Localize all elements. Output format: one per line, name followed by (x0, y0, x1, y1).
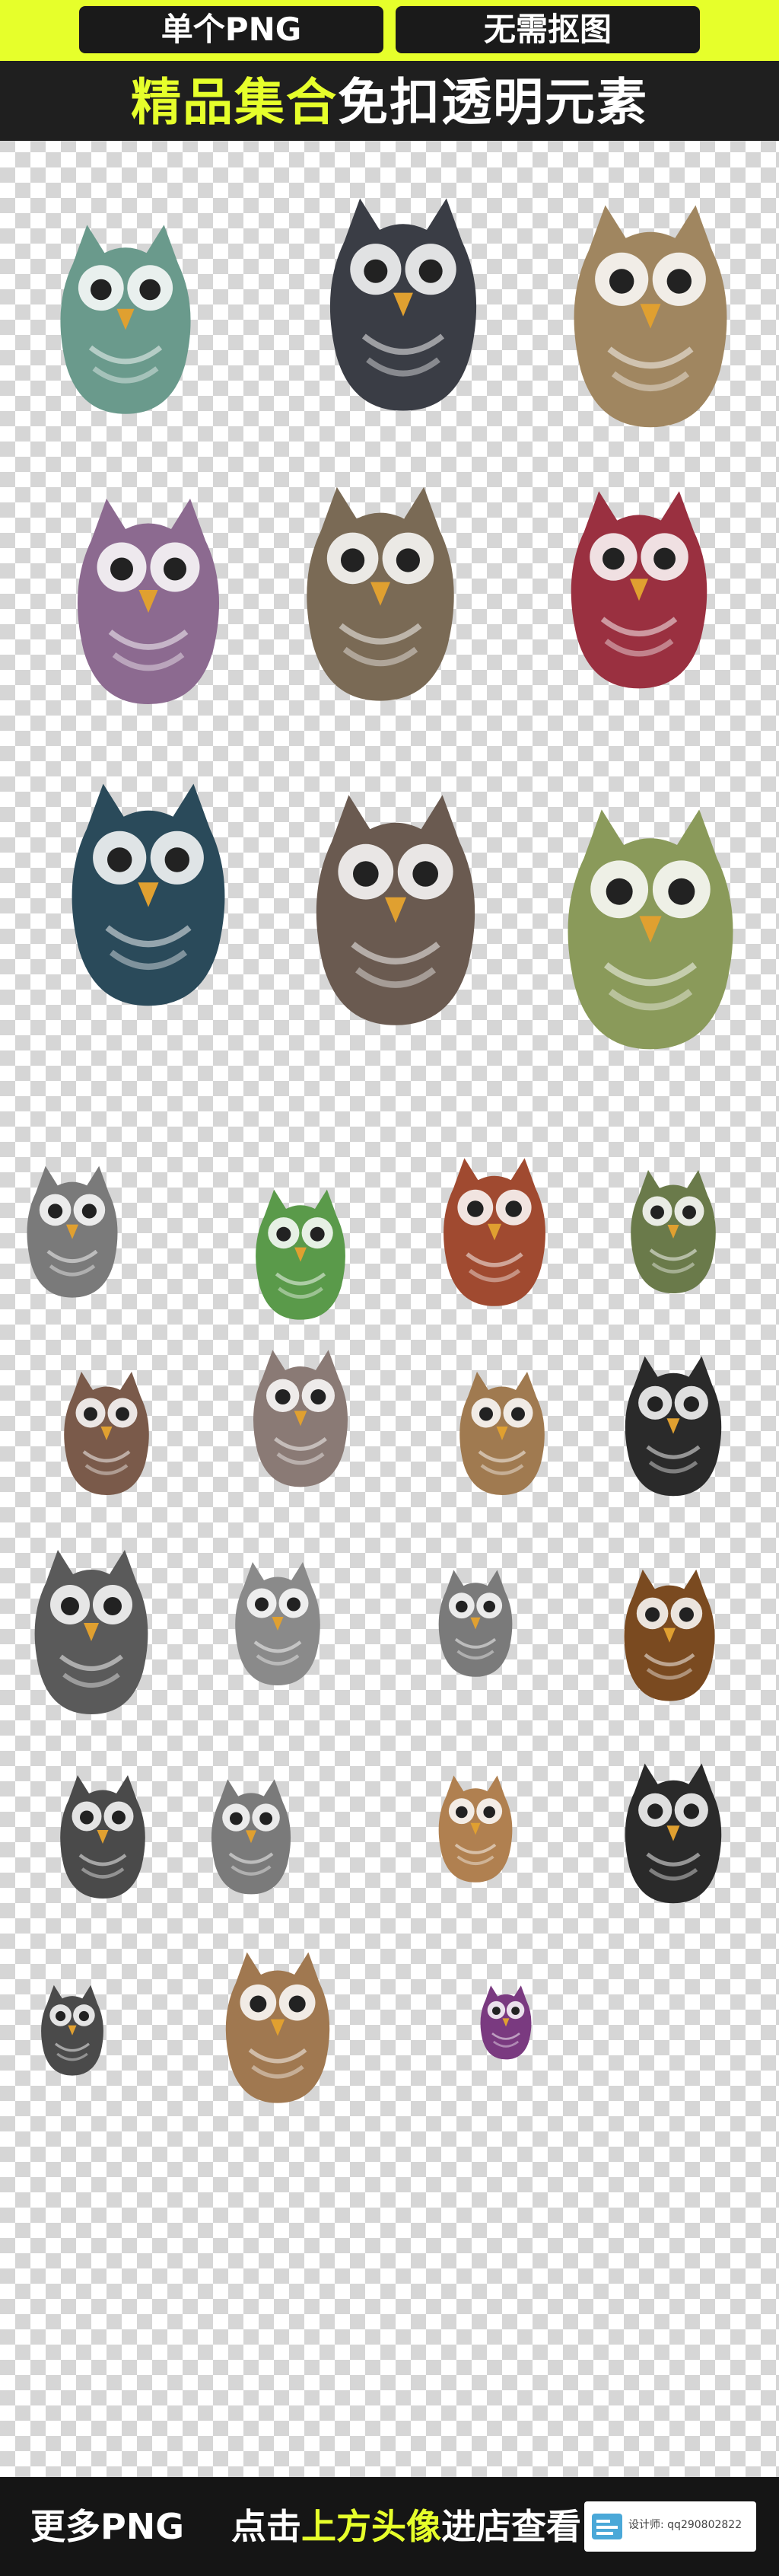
owl-green-cartoon-icon (533, 792, 768, 1058)
footer-banner: 更多PNG 点击上方头像进店查看 设计师: qq290802822 (0, 2477, 779, 2576)
owl-blue-eyes-line-icon (30, 1956, 114, 2101)
owl-green-tattoo-icon (616, 1149, 730, 1309)
tag-single-png: 单个PNG (79, 6, 383, 53)
designer-card[interactable]: 设计师: qq290802822 (584, 2501, 756, 2552)
owl-purple-tree-icon (53, 480, 243, 716)
footer-text-mid: 点击 (231, 2506, 301, 2547)
owl-autumn-foliage-icon (609, 1545, 730, 1720)
owl-scarf-book-icon (30, 1363, 183, 1500)
footer-text-suffix: 进店查看 (441, 2506, 581, 2547)
footer-cta: 更多PNG 点击上方头像进店查看 (30, 2500, 581, 2553)
headline-rest: 免扣透明元素 (338, 73, 648, 132)
owl-ornate-colorful-icon (426, 1142, 563, 1317)
owl-small-colorful-icon (472, 1972, 540, 2071)
owl-flower-crown-icon (11, 1134, 133, 1325)
owl-teal-scarf-icon (38, 183, 213, 449)
owl-necktie-icon (426, 1545, 525, 1698)
owl-black-tribal-icon (609, 1332, 738, 1515)
footer-text-highlight: 上方头像 (301, 2506, 441, 2547)
headline: 精品集合免扣透明元素 (0, 69, 779, 137)
owl-pink-bow-icon (198, 1743, 304, 1926)
designer-label: 设计师: qq290802822 (628, 2519, 742, 2531)
owl-egg-pattern-icon (548, 472, 730, 700)
owl-watercolor-dark-icon (46, 746, 251, 1035)
footer-text-prefix: 更多PNG (30, 2506, 184, 2547)
owl-barn-watercolor-icon (426, 1751, 525, 1903)
header-banner: 单个PNG 无需抠图 精品集合免扣透明元素 (0, 0, 779, 141)
owl-on-branching-tree-icon (289, 738, 502, 1073)
owl-pencil-sketch-icon (15, 1538, 167, 1720)
owl-green-leaves-icon (205, 1180, 396, 1325)
owl-headphones-icon (221, 1545, 335, 1698)
owl-realistic-fluffy-icon (281, 457, 479, 723)
tag-no-cutout: 无需抠图 (396, 6, 700, 53)
owl-fat-gray-icon (205, 1340, 396, 1492)
owl-gray-sketch-icon (281, 183, 525, 419)
owl-brown-nest-icon (411, 1363, 593, 1500)
owl-on-stump-icon (46, 1743, 160, 1926)
owl-ink-wreath-icon (609, 1743, 738, 1918)
designer-logo-icon (592, 2514, 622, 2539)
headline-accent: 精品集合 (131, 73, 338, 132)
owl-graduate-icon (205, 1941, 350, 2109)
owl-watercolor-brown-icon (548, 183, 753, 442)
